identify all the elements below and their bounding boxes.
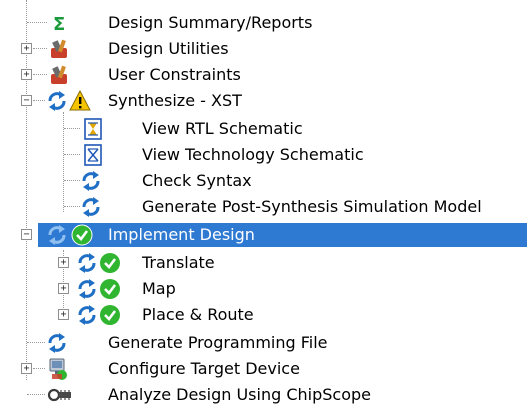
tree-item-check-syntax[interactable]: Check Syntax	[0, 168, 527, 194]
warning-icon	[68, 88, 91, 114]
tree-item-label: Map	[142, 279, 176, 298]
tree-item-label: Implement Design	[104, 223, 259, 247]
tree-item-label: Design Utilities	[108, 39, 229, 58]
tree-item-place-and-route[interactable]: + Place & Route	[0, 302, 527, 328]
tree-item-map[interactable]: + Map	[0, 276, 527, 302]
tools-icon	[48, 36, 70, 62]
refresh-icon	[76, 276, 98, 302]
tree-line	[64, 128, 80, 129]
tree-item-label: Place & Route	[142, 305, 254, 324]
refresh-icon	[76, 250, 98, 276]
check-icon	[70, 222, 93, 248]
collapse-button[interactable]: −	[21, 229, 32, 240]
expand-button[interactable]: +	[21, 69, 32, 80]
chipscope-icon	[46, 382, 71, 408]
tree-line	[33, 48, 47, 49]
sigma-icon: Σ	[50, 10, 72, 36]
tree-item-analyze-design-chipscope[interactable]: Analyze Design Using ChipScope	[0, 382, 527, 408]
device-icon	[46, 356, 68, 382]
process-tree: Σ Design Summary/Reports + Design Utilit…	[0, 0, 527, 408]
tree-line	[33, 100, 45, 101]
tree-line	[27, 22, 47, 23]
tree-item-label: Check Syntax	[142, 171, 252, 190]
tree-item-translate[interactable]: + Translate	[0, 250, 527, 276]
tree-line	[64, 154, 80, 155]
tree-item-generate-post-synthesis-simulation-model[interactable]: Generate Post-Synthesis Simulation Model	[0, 194, 527, 220]
tree-item-view-technology-schematic[interactable]: View Technology Schematic	[0, 142, 527, 168]
expand-button[interactable]: +	[21, 43, 32, 54]
tree-item-implement-design[interactable]: − Implement Design	[0, 222, 527, 248]
svg-text:Σ: Σ	[53, 14, 65, 35]
collapse-button[interactable]: −	[21, 95, 32, 106]
refresh-icon	[46, 330, 68, 356]
check-icon	[98, 276, 120, 302]
schematic-icon	[82, 116, 104, 142]
tree-item-synthesize-xst[interactable]: − Synthesize - XST	[0, 88, 527, 114]
tree-line	[33, 368, 45, 369]
refresh-icon	[80, 194, 102, 220]
tree-item-design-summary[interactable]: Σ Design Summary/Reports	[0, 10, 527, 36]
tree-item-user-constraints[interactable]: + User Constraints	[0, 62, 527, 88]
tree-item-label: Generate Post-Synthesis Simulation Model	[142, 197, 482, 216]
tree-line	[27, 394, 45, 395]
tree-item-generate-programming-file[interactable]: Generate Programming File	[0, 330, 527, 356]
tree-line	[64, 206, 80, 207]
tree-item-label: View Technology Schematic	[142, 145, 364, 164]
tree-item-label: User Constraints	[108, 65, 241, 84]
tree-line	[27, 342, 45, 343]
tree-item-label: Synthesize - XST	[108, 91, 242, 110]
tree-item-label: Analyze Design Using ChipScope	[108, 385, 371, 404]
tree-line	[33, 74, 47, 75]
check-icon	[98, 250, 120, 276]
expand-button[interactable]: +	[58, 257, 69, 268]
tree-item-label: Design Summary/Reports	[108, 13, 313, 32]
refresh-icon	[46, 88, 68, 114]
tree-item-label: Configure Target Device	[108, 359, 300, 378]
tree-item-label: Generate Programming File	[108, 333, 328, 352]
check-icon	[98, 302, 120, 328]
tree-item-view-rtl-schematic[interactable]: View RTL Schematic	[0, 116, 527, 142]
tree-item-configure-target-device[interactable]: + Configure Target Device	[0, 356, 527, 382]
tree-item-label: Translate	[142, 253, 215, 272]
expand-button[interactable]: +	[58, 283, 69, 294]
refresh-icon	[76, 302, 98, 328]
tree-item-label: View RTL Schematic	[142, 119, 303, 138]
refresh-icon	[46, 222, 68, 248]
tree-item-design-utilities[interactable]: + Design Utilities	[0, 36, 527, 62]
tree-line	[64, 180, 80, 181]
refresh-icon	[80, 168, 102, 194]
expand-button[interactable]: +	[21, 363, 32, 374]
schematic-icon	[82, 142, 104, 168]
tools-icon	[48, 62, 70, 88]
expand-button[interactable]: +	[58, 309, 69, 320]
